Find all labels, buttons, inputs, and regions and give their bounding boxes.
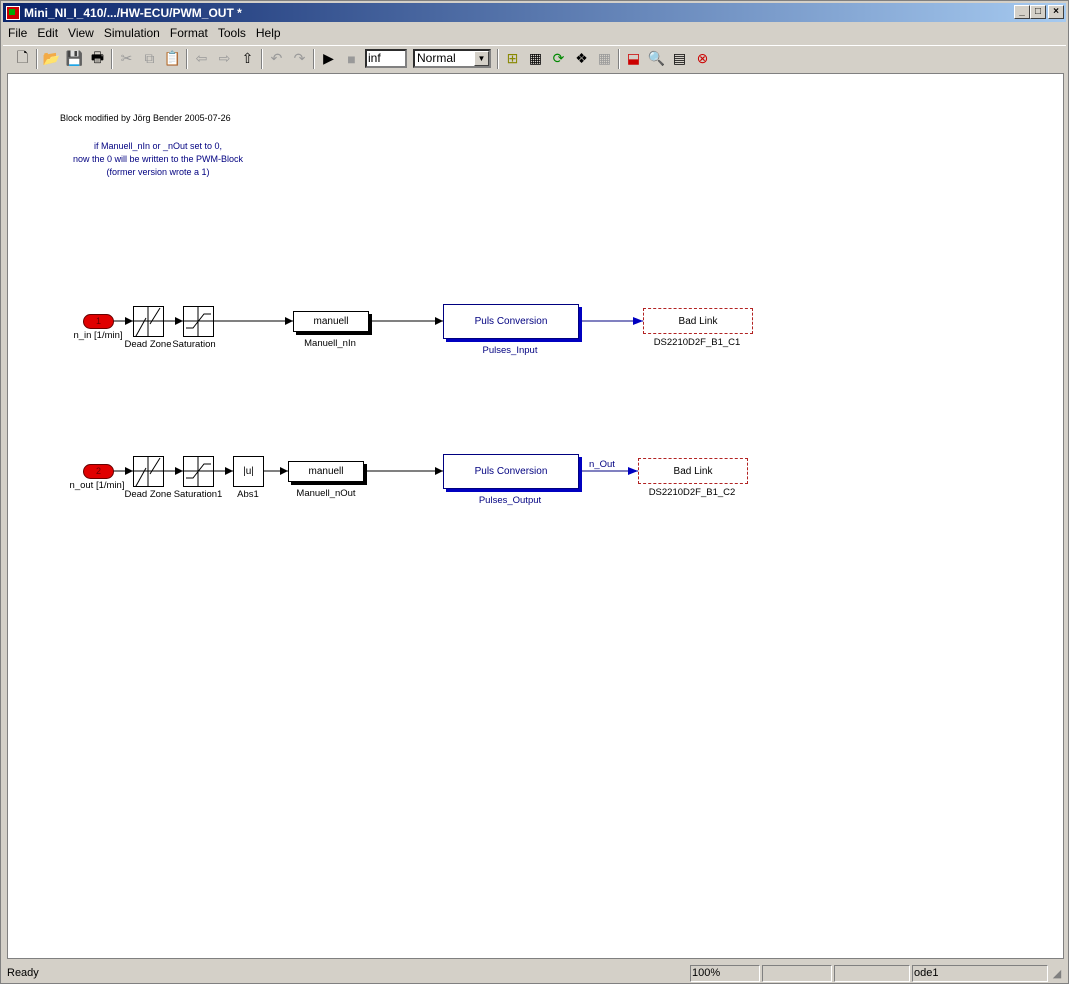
annotation-note-2[interactable]: now the 0 will be written to the PWM-Blo…: [73, 154, 243, 164]
menu-simulation[interactable]: Simulation: [99, 26, 165, 40]
save-icon[interactable]: 💾: [63, 48, 86, 70]
properties-icon[interactable]: ▤: [668, 48, 691, 70]
saturation-label[interactable]: Saturation: [172, 339, 215, 350]
back-icon[interactable]: ⇦: [190, 48, 213, 70]
bad-link-2-label[interactable]: DS2210D2F_B1_C2: [649, 487, 736, 498]
puls-conversion-output-block[interactable]: Puls Conversion: [443, 454, 579, 489]
print-icon[interactable]: 🖶: [86, 48, 109, 70]
saturation1-label[interactable]: Saturation1: [174, 489, 223, 500]
inport-1[interactable]: 1: [83, 314, 114, 329]
maximize-button[interactable]: □: [1030, 5, 1046, 19]
pulses-input-label[interactable]: Pulses_Input: [483, 345, 538, 356]
puls-conversion-input-block[interactable]: Puls Conversion: [443, 304, 579, 339]
separator: [36, 48, 38, 69]
forward-icon[interactable]: ⇨: [213, 48, 236, 70]
undo-icon[interactable]: ↶: [265, 48, 288, 70]
dspace-icon[interactable]: ⊗: [691, 48, 714, 70]
signal-n-out-label[interactable]: n_Out: [589, 459, 615, 470]
dead-zone-label[interactable]: Dead Zone: [124, 339, 171, 350]
menu-bar: File Edit View Simulation Format Tools H…: [3, 24, 286, 42]
pulses-output-label[interactable]: Pulses_Output: [479, 495, 541, 506]
saturation1-block[interactable]: [183, 456, 214, 487]
separator: [186, 48, 188, 69]
status-text: Ready: [7, 967, 39, 979]
up-icon[interactable]: ⇧: [236, 48, 259, 70]
model-explorer-icon[interactable]: ❖: [570, 48, 593, 70]
menu-tools[interactable]: Tools: [213, 26, 251, 40]
window-title: Mini_NI_I_410/.../HW-ECU/PWM_OUT *: [24, 5, 242, 20]
sim-mode-value: Normal: [417, 51, 456, 65]
menu-help[interactable]: Help: [251, 26, 286, 40]
redo-icon[interactable]: ↷: [288, 48, 311, 70]
inport-1-label[interactable]: n_in [1/min]: [73, 330, 122, 341]
cut-icon[interactable]: ✂: [115, 48, 138, 70]
status-cell-3: [834, 964, 910, 982]
simulink-app-icon: [6, 5, 20, 20]
separator: [111, 48, 113, 69]
stop-icon[interactable]: ■: [340, 48, 363, 70]
saturation-block[interactable]: [183, 306, 214, 337]
status-bar: Ready 100% ode1 ◢: [3, 963, 1066, 983]
bad-link-block-1[interactable]: Bad Link: [643, 308, 753, 334]
toolbar: 🗋 📂 💾 🖶 ✂ ⧉ 📋 ⇦ ⇨ ⇧ ↶ ↷ ▶ ■ inf Normal ▼ …: [3, 45, 1066, 71]
separator: [261, 48, 263, 69]
diagram-canvas[interactable]: Block modified by Jörg Bender 2005-07-26…: [7, 73, 1064, 959]
menu-view[interactable]: View: [63, 26, 99, 40]
manuell-nin-block[interactable]: manuell: [293, 311, 369, 332]
menu-format[interactable]: Format: [165, 26, 213, 40]
bad-link-block-2[interactable]: Bad Link: [638, 458, 748, 484]
annotation-note-1[interactable]: if Manuell_nIn or _nOut set to 0,: [94, 141, 222, 151]
abs-label[interactable]: Abs1: [237, 489, 259, 500]
new-icon[interactable]: 🗋: [11, 48, 34, 70]
solver-name: ode1: [912, 964, 1048, 982]
manuell-nin-label[interactable]: Manuell_nIn: [304, 338, 356, 349]
menu-file[interactable]: File: [3, 26, 32, 40]
menu-edit[interactable]: Edit: [32, 26, 63, 40]
separator: [618, 48, 620, 69]
manuell-nout-block[interactable]: manuell: [288, 461, 364, 482]
title-bar: Mini_NI_I_410/.../HW-ECU/PWM_OUT * _ □ ×: [3, 3, 1066, 22]
paste-icon[interactable]: 📋: [161, 48, 184, 70]
status-cell-2: [762, 964, 832, 982]
separator: [313, 48, 315, 69]
build-icon[interactable]: ⊞: [501, 48, 524, 70]
library-browser-icon[interactable]: ⬓: [622, 48, 645, 70]
bad-link-1-label[interactable]: DS2210D2F_B1_C1: [654, 337, 741, 348]
dead-zone-2-label[interactable]: Dead Zone: [124, 489, 171, 500]
close-button[interactable]: ×: [1048, 5, 1064, 19]
model-advisor-icon[interactable]: 🔍: [645, 48, 668, 70]
dead-zone-block-2[interactable]: [133, 456, 164, 487]
separator: [497, 48, 499, 69]
abs-block[interactable]: |u|: [233, 456, 264, 487]
stop-time-input[interactable]: inf: [365, 49, 407, 68]
debugger-icon[interactable]: ▦: [593, 48, 616, 70]
update-diagram-icon[interactable]: ⟳: [547, 48, 570, 70]
zoom-level: 100%: [690, 964, 760, 982]
open-icon[interactable]: 📂: [40, 48, 63, 70]
sim-mode-select[interactable]: Normal ▼: [413, 49, 491, 68]
copy-icon[interactable]: ⧉: [138, 48, 161, 70]
play-icon[interactable]: ▶: [317, 48, 340, 70]
chevron-down-icon[interactable]: ▼: [474, 51, 489, 66]
dead-zone-block[interactable]: [133, 306, 164, 337]
resize-grip-icon[interactable]: ◢: [1048, 967, 1066, 980]
annotation-modified[interactable]: Block modified by Jörg Bender 2005-07-26: [60, 113, 231, 123]
annotation-note-3[interactable]: (former version wrote a 1): [106, 167, 209, 177]
inport-2[interactable]: 2: [83, 464, 114, 479]
library-icon[interactable]: ▦: [524, 48, 547, 70]
signal-lines: [113, 306, 643, 487]
manuell-nout-label[interactable]: Manuell_nOut: [296, 488, 355, 499]
inport-2-label[interactable]: n_out [1/min]: [70, 480, 125, 491]
minimize-button[interactable]: _: [1014, 5, 1030, 19]
